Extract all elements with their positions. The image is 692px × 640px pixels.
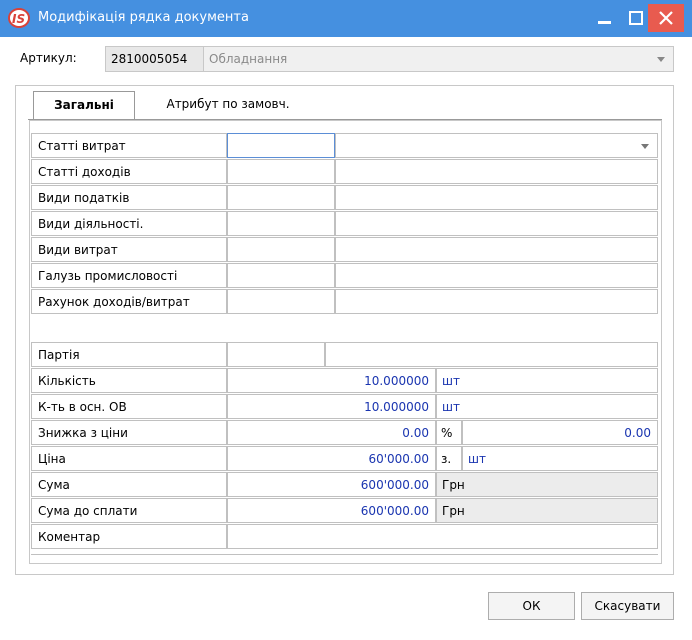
cancel-button[interactable]: Скасувати [581,592,674,620]
chevron-down-icon [657,57,665,62]
row-statti-vytrat: Статті витрат [31,133,658,159]
haluz-code-input[interactable] [227,263,335,288]
artikul-code-field[interactable]: 2810005054 [105,46,204,72]
row-suma-splaty: Сума до сплати 600'000.00 Грн [31,498,658,524]
rakhunok-code-input[interactable] [227,289,335,314]
label-suma: Сума [31,472,227,497]
row-vydy-podatkiv: Види податків [31,185,658,211]
vydy-podatkiv-name-input[interactable] [335,185,658,210]
znyzhka-percent-label: % [436,420,462,445]
app-logo-icon: IS [8,8,30,28]
row-komentar: Коментар [31,524,658,550]
kt-osn-input[interactable]: 10.000000 [227,394,436,419]
haluz-name-input[interactable] [335,263,658,288]
minimize-button[interactable] [586,4,622,32]
row-partiya: Партія [31,342,658,368]
row-kilkist: Кількість 10.000000 шт [31,368,658,394]
row-vydy-diyalnosti: Види діяльності. [31,211,658,237]
komentar-input[interactable] [227,524,658,549]
label-znyzhka: Знижка з ціни [31,420,227,445]
label-tsina: Ціна [31,446,227,471]
row-znyzhka: Знижка з ціни 0.00 % 0.00 [31,420,658,446]
kilkist-input[interactable]: 10.000000 [227,368,436,393]
row-rakhunok: Рахунок доходів/витрат [31,289,658,315]
rakhunok-name-input[interactable] [335,289,658,314]
vydy-vytrat-code-input[interactable] [227,237,335,262]
vydy-diyalnosti-name-input[interactable] [335,211,658,236]
artikul-label: Артикул: [20,51,77,65]
label-rakhunok: Рахунок доходів/витрат [31,289,227,314]
vydy-diyalnosti-code-input[interactable] [227,211,335,236]
row-haluz: Галузь промисловості [31,263,658,289]
label-partiya: Партія [31,342,227,367]
suma-splaty-currency: Грн [436,498,658,523]
statti-dokhodiv-name-input[interactable] [335,159,658,184]
tab-default-attribute[interactable]: Атрибут по замовч. [143,91,313,119]
label-haluz: Галузь промисловості [31,263,227,288]
kilkist-unit[interactable]: шт [436,368,658,393]
kt-osn-unit[interactable]: шт [436,394,658,419]
title-bar: IS Модифікація рядка документа [0,0,692,37]
label-vydy-diyalnosti: Види діяльності. [31,211,227,236]
vydy-vytrat-name-input[interactable] [335,237,658,262]
row-statti-dokhodiv: Статті доходів [31,159,658,185]
label-vydy-vytrat: Види витрат [31,237,227,262]
artikul-name-value: Обладнання [209,52,288,66]
suma-input[interactable]: 600'000.00 [227,472,436,497]
row-suma: Сума 600'000.00 Грн [31,472,658,498]
statti-vytrat-code-input[interactable] [227,133,335,158]
window-title: Модифікація рядка документа [38,10,249,25]
ok-button[interactable]: ОК [488,592,575,620]
label-suma-splaty: Сума до сплати [31,498,227,523]
row-kt-osn: К-ть в осн. ОВ 10.000000 шт [31,394,658,420]
svg-text:IS: IS [12,12,25,26]
row-vydy-vytrat: Види витрат [31,237,658,263]
grid-bottom-line [31,554,658,555]
vydy-podatkiv-code-input[interactable] [227,185,335,210]
tsina-prefix: з. [436,446,462,471]
chevron-down-icon [641,144,649,149]
znyzhka-amount-input[interactable]: 0.00 [462,420,658,445]
partiya-code-input[interactable] [227,342,325,367]
maximize-icon [629,11,643,25]
statti-vytrat-dropdown[interactable] [335,133,658,158]
label-statti-dokhodiv: Статті доходів [31,159,227,184]
tsina-unit[interactable]: шт [462,446,658,471]
minimize-icon [598,21,611,24]
znyzhka-input[interactable]: 0.00 [227,420,436,445]
label-statti-vytrat: Статті витрат [31,133,227,158]
suma-currency: Грн [436,472,658,497]
row-tsina: Ціна 60'000.00 з. шт [31,446,658,472]
close-button[interactable] [648,4,684,32]
close-icon [659,11,673,25]
tsina-input[interactable]: 60'000.00 [227,446,436,471]
artikul-name-dropdown[interactable]: Обладнання [204,46,674,72]
label-kt-osn: К-ть в осн. ОВ [31,394,227,419]
label-vydy-podatkiv: Види податків [31,185,227,210]
statti-dokhodiv-code-input[interactable] [227,159,335,184]
suma-splaty-input[interactable]: 600'000.00 [227,498,436,523]
partiya-name-input[interactable] [325,342,658,367]
label-kilkist: Кількість [31,368,227,393]
tab-general[interactable]: Загальні [33,91,135,119]
label-komentar: Коментар [31,524,227,549]
